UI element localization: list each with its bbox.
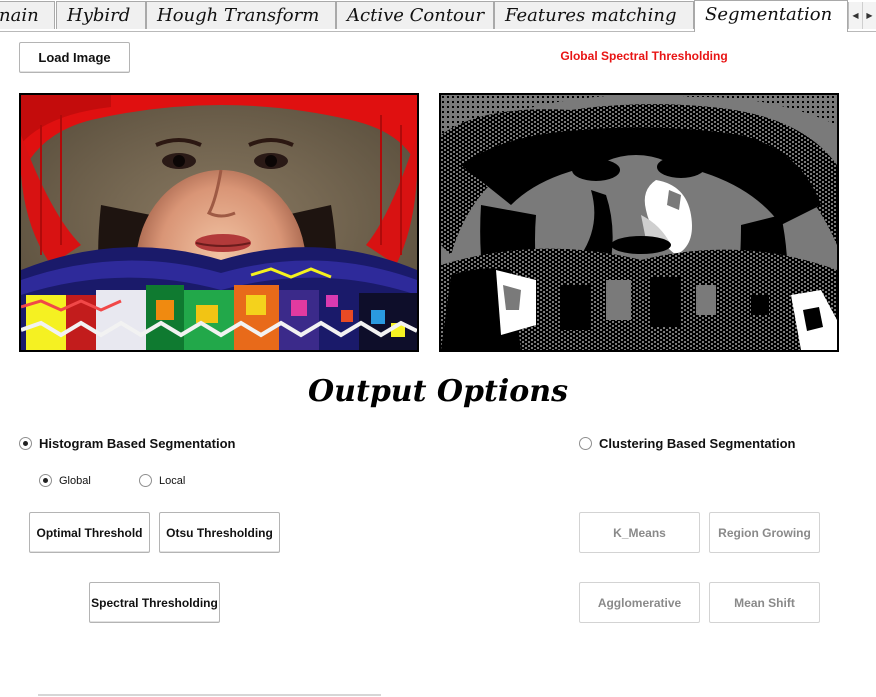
local-mode-radio[interactable]: Local xyxy=(139,474,185,487)
global-mode-label: Global xyxy=(59,474,91,487)
radio-checked-icon xyxy=(39,474,52,487)
tab-domain[interactable]: nain xyxy=(0,1,55,29)
load-image-button[interactable]: Load Image xyxy=(19,42,130,73)
tab-hybrid[interactable]: Hybird xyxy=(56,1,146,29)
input-image xyxy=(19,93,419,352)
spectral-thresholding-button[interactable]: Spectral Thresholding xyxy=(89,582,220,623)
optimal-threshold-button[interactable]: Optimal Threshold xyxy=(29,512,150,553)
k-means-button[interactable]: K_Means xyxy=(579,512,700,553)
radio-checked-icon xyxy=(19,437,32,450)
local-mode-label: Local xyxy=(159,474,186,487)
segmentation-app: nain Hybird Hough Transform Active Conto… xyxy=(0,0,876,697)
histogram-segmentation-radio[interactable]: Histogram Based Segmentation xyxy=(19,436,236,451)
tab-scroll-buttons: ◀ ▶ xyxy=(848,2,876,29)
segmented-output xyxy=(441,95,837,350)
radio-unchecked-icon xyxy=(139,474,152,487)
clustering-segmentation-label: Clustering Based Segmentation xyxy=(599,436,796,451)
clustering-segmentation-radio[interactable]: Clustering Based Segmentation xyxy=(579,436,795,451)
tab-strip: nain Hybird Hough Transform Active Conto… xyxy=(0,0,876,32)
region-growing-button[interactable]: Region Growing xyxy=(709,512,820,553)
tab-hough-transform[interactable]: Hough Transform xyxy=(146,1,336,29)
output-options-title: Output Options xyxy=(308,374,568,409)
otsu-thresholding-button[interactable]: Otsu Thresholding xyxy=(159,512,280,553)
global-mode-radio[interactable]: Global xyxy=(39,474,91,487)
output-image xyxy=(439,93,839,352)
tab-features-matching[interactable]: Features matching xyxy=(494,1,694,29)
tab-segmentation[interactable]: Segmentation xyxy=(694,0,848,32)
input-photo xyxy=(21,95,417,350)
chevron-left-icon[interactable]: ◀ xyxy=(849,2,863,29)
tab-active-contour[interactable]: Active Contour xyxy=(336,1,494,29)
agglomerative-button[interactable]: Agglomerative xyxy=(579,582,700,623)
mean-shift-button[interactable]: Mean Shift xyxy=(709,582,820,623)
radio-unchecked-icon xyxy=(579,437,592,450)
horizontal-scrollbar[interactable] xyxy=(38,694,381,696)
histogram-segmentation-label: Histogram Based Segmentation xyxy=(39,436,236,451)
status-label: Global Spectral Thresholding xyxy=(560,49,728,63)
chevron-right-icon[interactable]: ▶ xyxy=(863,2,876,29)
